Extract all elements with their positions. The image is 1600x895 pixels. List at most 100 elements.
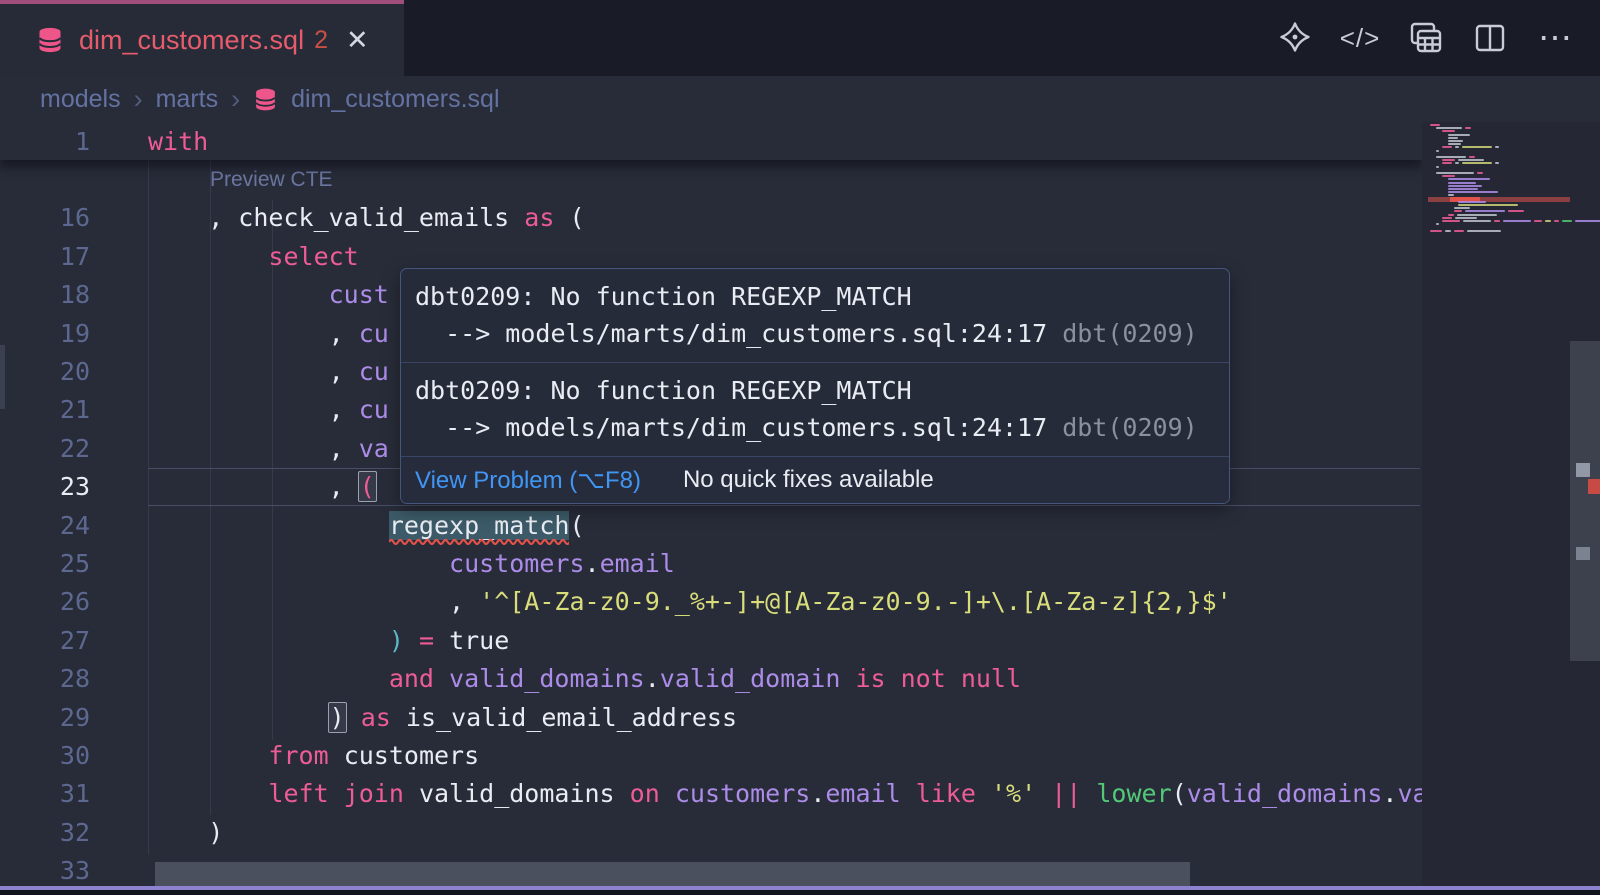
minimap-line [1428,220,1570,222]
minimap-token [1508,210,1524,212]
code-line-31[interactable]: 31 left join valid_domains on customers.… [0,775,1422,813]
code-line-32[interactable]: 32 ) [0,813,1422,851]
code-line-26[interactable]: 26 , '^[A-Za-z0-9._%+-]+@[A-Za-z0-9.-]+\… [0,583,1422,621]
minimap-line [1428,188,1570,190]
minimap-line [1428,178,1570,180]
code-text: regexp_match( [148,511,585,540]
code-segment: email [825,779,900,808]
minimap-token [1448,214,1454,216]
minimap-line [1428,159,1570,161]
view-problem-link[interactable]: View Problem (⌥F8) [415,466,641,495]
breadcrumb-marts[interactable]: marts [156,85,219,114]
code-line-30[interactable]: 30 from customers [0,736,1422,774]
minimap-line [1428,134,1570,136]
code-segment: as [524,203,554,232]
minimap-token [1455,162,1459,164]
minimap-line [1428,143,1570,145]
code-segment [148,242,268,271]
line-number[interactable]: 32 [0,818,148,847]
code-line-28[interactable]: 28 and valid_domains.valid_domain is not… [0,659,1422,697]
code-line-25[interactable]: 25 customers.email [0,544,1422,582]
minimap-token [1462,146,1492,148]
code-text: , va [148,434,389,463]
minimap-token [1467,230,1501,232]
line-number[interactable]: 27 [0,626,148,655]
code-text: and valid_domains.valid_domain is not nu… [148,664,1021,693]
code-segment: lower [1096,779,1171,808]
scrollbar-vertical-slider[interactable] [1570,341,1600,661]
line-number[interactable]: 17 [0,242,148,271]
code-segment: valid_domain [660,664,841,693]
code-line-16[interactable]: 16 , check_valid_emails as ( [0,199,1422,237]
code-text: , check_valid_emails as ( [148,203,585,232]
minimap-line [1428,185,1570,187]
minimap-token [1454,207,1470,209]
code-segment: . [645,664,660,693]
codelens-preview-cte[interactable]: Preview CTE [0,160,1422,198]
code-line-1[interactable]: 1with [0,122,1422,160]
line-number[interactable]: 23 [0,472,148,501]
compile-sql-icon[interactable]: </> [1341,19,1379,57]
line-number[interactable]: 28 [0,664,148,693]
code-segment: , [148,587,479,616]
breadcrumb-file[interactable]: dim_customers.sql [291,85,499,114]
code-line-24[interactable]: 24 regexp_match( [0,506,1422,544]
problem-hover-tooltip[interactable]: dbt0209: No function REGEXP_MATCH --> mo… [400,268,1230,504]
breadcrumb-models[interactable]: models [40,85,121,114]
code-segment: ( [569,511,584,540]
code-text: , '^[A-Za-z0-9._%+-]+@[A-Za-z0-9.-]+\.[A… [148,587,1232,616]
dbt-power-user-icon[interactable] [1276,19,1314,57]
code-segment: ( [1172,779,1187,808]
minimap-line [1428,140,1570,142]
minimap-line [1428,137,1570,139]
code-segment: . [585,549,600,578]
preview-results-icon[interactable] [1406,19,1444,57]
line-number[interactable]: 21 [0,395,148,424]
line-number[interactable]: 20 [0,357,148,386]
line-number[interactable]: 16 [0,203,148,232]
line-number[interactable]: 25 [0,549,148,578]
code-segment: , [148,472,359,501]
code-segment [346,703,361,732]
minimap-token [1448,178,1490,180]
diagnostic-source: dbt(0209) [1047,319,1198,348]
more-actions-icon[interactable]: ⋯ [1536,19,1574,57]
line-number[interactable]: 22 [0,434,148,463]
code-segment [148,741,268,770]
line-number[interactable]: 29 [0,703,148,732]
tab-dim-customers[interactable]: dim_customers.sql 2 ✕ [0,0,404,76]
line-number[interactable]: 30 [0,741,148,770]
minimap-line [1428,201,1570,203]
code-text: left join valid_domains on customers.ema… [148,779,1422,808]
minimap-line [1428,210,1570,212]
code-line-27[interactable]: 27 ) = true [0,621,1422,659]
minimap-token [1442,217,1452,219]
minimap[interactable] [1422,122,1600,895]
chevron-right-icon: › [134,84,143,115]
line-number[interactable]: 26 [0,587,148,616]
code-segment: select [268,242,358,271]
code-line-29[interactable]: 29 ) as is_valid_email_address [0,698,1422,736]
code-segment: va [1397,779,1422,808]
code-segment [434,664,449,693]
code-segment [1036,779,1051,808]
code-text: , cu [148,319,389,348]
line-number[interactable]: 31 [0,779,148,808]
split-editor-icon[interactable] [1471,19,1509,57]
scrollbar-horizontal-slider[interactable] [155,862,1190,888]
code-segment: va [359,434,389,463]
code-segment [148,549,449,578]
sticky-scroll-line[interactable]: 1with [0,122,1422,160]
code-text: ) as is_valid_email_address [148,703,737,732]
line-number[interactable]: 1 [0,127,148,156]
minimap-line [1428,130,1570,132]
code-editor[interactable]: Preview CTE 16 , check_valid_emails as (… [0,122,1422,895]
line-number[interactable]: 24 [0,511,148,540]
close-tab-icon[interactable]: ✕ [346,27,369,54]
line-number[interactable]: 18 [0,280,148,309]
line-number[interactable]: 33 [0,856,148,885]
chevron-right-icon: › [231,84,240,115]
code-segment: ) [328,702,347,733]
line-number[interactable]: 19 [0,319,148,348]
minimap-token [1436,166,1439,168]
